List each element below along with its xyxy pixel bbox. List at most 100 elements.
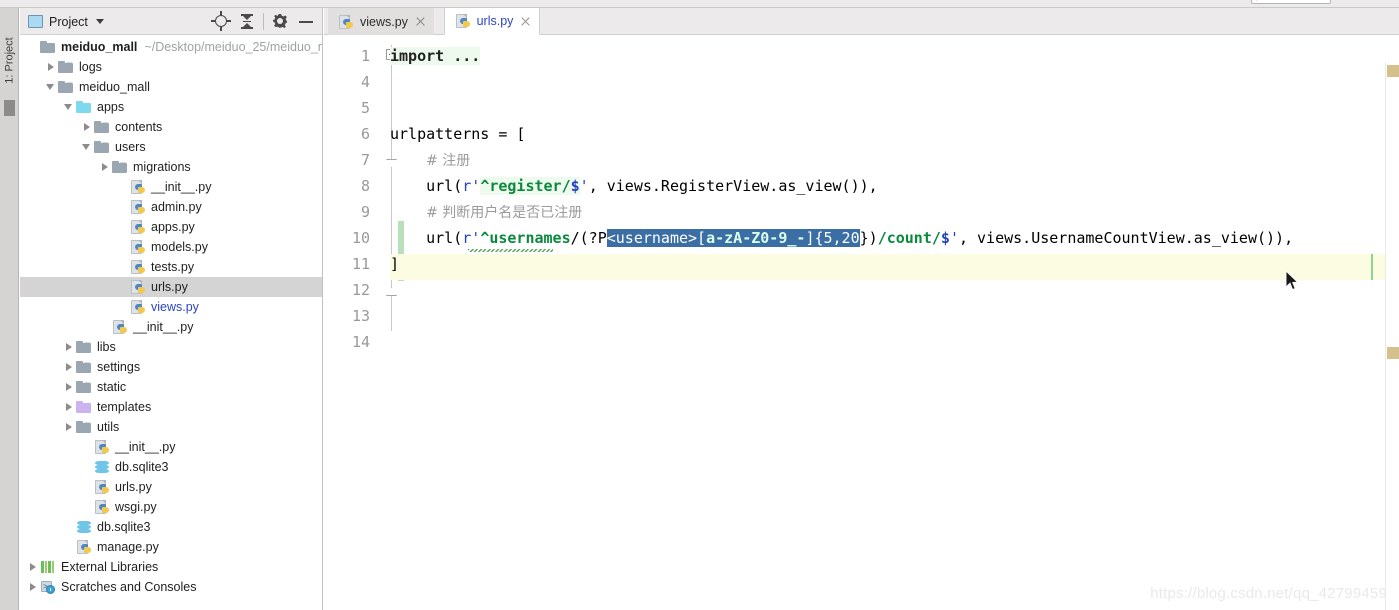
chevron-right-icon[interactable]: [98, 157, 112, 177]
tree-item-manage-py[interactable]: manage.py: [20, 537, 322, 557]
tree-item-utils[interactable]: utils: [20, 417, 322, 437]
tree-item-wsgi-py[interactable]: wsgi.py: [20, 497, 322, 517]
tree-item-logs[interactable]: logs: [20, 57, 322, 77]
tree-item-libs[interactable]: libs: [20, 337, 322, 357]
header-divider: [263, 13, 264, 30]
project-header-actions: [208, 8, 319, 35]
python-file-icon: [130, 260, 147, 274]
chevron-right-icon[interactable]: [62, 377, 76, 397]
tree-item-models-py[interactable]: models.py: [20, 237, 322, 257]
python-file-icon: [94, 500, 111, 514]
marker-bottom[interactable]: [1387, 347, 1399, 359]
folded-import-region[interactable]: import ...: [390, 47, 481, 65]
tree-item-label: libs: [97, 340, 116, 354]
chevron-right-icon[interactable]: [80, 117, 94, 137]
project-title-group[interactable]: Project: [28, 8, 104, 35]
tree-item-urls-py[interactable]: urls.py: [20, 277, 322, 297]
tree-item-static[interactable]: static: [20, 377, 322, 397]
chevron-right-icon[interactable]: [44, 57, 58, 77]
tree-item-db-sqlite3[interactable]: db.sqlite3: [20, 517, 322, 537]
line-number-gutter[interactable]: 1 4 5 6 7 8 9 10 11 12 13 14: [324, 35, 390, 610]
tree-item-label: Scratches and Consoles: [61, 580, 197, 594]
tree-root-row[interactable]: meiduo_mall ~/Desktop/meiduo_25/meiduo_m: [20, 37, 322, 57]
code-text-area[interactable]: import ... urlpatterns = [ # 注册 url(r'^r…: [390, 35, 1399, 610]
folder-icon: [58, 80, 75, 94]
tree-item-label: __init__.py: [133, 320, 194, 334]
tree-item-apps-py[interactable]: apps.py: [20, 217, 322, 237]
folder-icon: [76, 420, 93, 434]
collapse-all-icon[interactable]: [234, 8, 260, 35]
chevron-right-icon[interactable]: [26, 557, 40, 577]
tree-item-label: settings: [97, 360, 141, 374]
chevron-down-icon[interactable]: [44, 77, 58, 97]
tree-item-db-sqlite3[interactable]: db.sqlite3: [20, 457, 322, 477]
chevron-right-icon[interactable]: [62, 357, 76, 377]
locate-icon[interactable]: [208, 8, 234, 35]
code-line-10: url(r'^usernames/(?P<username>[a-zA-Z0-9…: [390, 229, 1294, 247]
close-icon[interactable]: [520, 16, 531, 27]
tree-item-meiduo-mall[interactable]: meiduo_mall: [20, 77, 322, 97]
text-selection[interactable]: <username>[a-zA-Z0-9_-]{5,20: [606, 229, 860, 247]
chevron-down-icon[interactable]: [80, 137, 94, 157]
line-number: 12: [351, 281, 370, 299]
tool-window-bar-handle[interactable]: [4, 100, 15, 116]
chevron-right-icon[interactable]: [62, 417, 76, 437]
chevron-down-icon[interactable]: [62, 97, 76, 117]
chevron-right-icon[interactable]: [62, 337, 76, 357]
tree-item-apps[interactable]: apps: [20, 97, 322, 117]
code-editor[interactable]: 1 4 5 6 7 8 9 10 11 12 13 14 import ... urlpatterns…: [324, 35, 1399, 610]
tree-item---init---py[interactable]: __init__.py: [20, 177, 322, 197]
tree-item-templates[interactable]: templates: [20, 397, 322, 417]
chevron-down-icon[interactable]: [95, 19, 104, 24]
tree-item---init---py[interactable]: __init__.py: [20, 317, 322, 337]
tree-item---init---py[interactable]: __init__.py: [20, 437, 322, 457]
minimize-icon[interactable]: [293, 8, 319, 35]
tree-item-label: views.py: [151, 300, 199, 314]
python-file-icon: [76, 540, 93, 554]
database-file-icon: [94, 460, 111, 474]
code-line-1: import ...: [390, 43, 481, 69]
python-file-icon: [130, 280, 147, 294]
run-configuration-selector[interactable]: [1251, 0, 1331, 4]
tree-item-tests-py[interactable]: tests.py: [20, 257, 322, 277]
tree-item-urls-py[interactable]: urls.py: [20, 477, 322, 497]
tree-item-label: urls.py: [151, 280, 188, 294]
tree-item-migrations[interactable]: migrations: [20, 157, 322, 177]
comment-line-9: # 判断用户名是否已注册: [426, 205, 583, 221]
tree-item-admin-py[interactable]: admin.py: [20, 197, 322, 217]
marker-top[interactable]: [1387, 65, 1399, 77]
tree-item-label: models.py: [151, 240, 208, 254]
tree-item-label: users: [115, 140, 146, 154]
code-line-8: url(r'^register/$', views.RegisterView.a…: [390, 177, 878, 195]
project-window-icon: [28, 15, 43, 28]
line-number: 10: [351, 229, 370, 247]
tree-item-settings[interactable]: settings: [20, 357, 322, 377]
tree-item-External Libraries[interactable]: External Libraries: [20, 557, 322, 577]
watermark-text: https://blog.csdn.net/qq_42799459: [1150, 585, 1387, 602]
tree-item-contents[interactable]: contents: [20, 117, 322, 137]
editor-tab-views-py[interactable]: views.py: [328, 8, 434, 35]
tool-window-tab-project[interactable]: 1: Project: [1, 25, 20, 97]
tree-item-label: admin.py: [151, 200, 202, 214]
tree-item-Scratches and Consoles[interactable]: > Scratches and Consoles: [20, 577, 322, 597]
chevron-right-icon[interactable]: [62, 397, 76, 417]
template-folder-icon: [76, 400, 93, 414]
project-tree[interactable]: meiduo_mall ~/Desktop/meiduo_25/meiduo_m l…: [20, 35, 322, 610]
chevron-right-icon[interactable]: [26, 577, 40, 597]
folder-icon: [40, 40, 57, 54]
editor-tab-urls-py[interactable]: urls.py: [443, 8, 541, 35]
python-file-icon: [130, 300, 147, 314]
tree-item-label: db.sqlite3: [115, 460, 169, 474]
editor-tab-label: urls.py: [476, 14, 514, 28]
folder-icon: [94, 140, 111, 154]
close-icon[interactable]: [415, 16, 426, 27]
editor-marker-gutter[interactable]: [1385, 62, 1399, 610]
tree-item-views-py[interactable]: views.py: [20, 297, 322, 317]
tree-item-users[interactable]: users: [20, 137, 322, 157]
gear-icon[interactable]: [267, 8, 293, 35]
editor-tab-label: views.py: [360, 14, 408, 29]
tree-item-label: __init__.py: [151, 180, 212, 194]
